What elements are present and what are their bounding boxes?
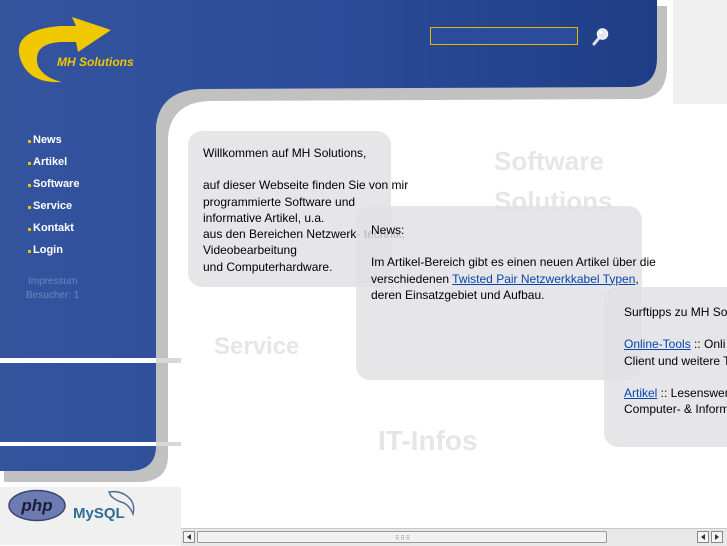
bullet-icon	[28, 205, 31, 209]
online-tools-link[interactable]: Online-Tools	[624, 337, 691, 351]
news-heading: News:	[371, 223, 405, 237]
watermark-software: Software	[494, 146, 604, 176]
bullet-icon	[28, 183, 31, 187]
bullet-icon	[28, 249, 31, 253]
welcome-line: auf dieser Webseite finden Sie von mir	[203, 178, 409, 193]
bullet-icon	[28, 139, 31, 143]
php-logo[interactable]: php	[7, 489, 67, 522]
news-card: News: Im Artikel-Bereich gibt es einen n…	[356, 206, 656, 380]
mysql-logo-text: MySQL	[73, 505, 125, 522]
scroll-left-button[interactable]	[183, 531, 195, 543]
nav-item-software[interactable]: Software	[28, 173, 79, 195]
main-nav: News Artikel Software Service Kontakt Lo…	[28, 129, 79, 261]
welcome-greeting: Willkommen auf MH Solutions,	[203, 146, 367, 160]
search-button[interactable]	[589, 26, 613, 48]
nav-item-login[interactable]: Login	[28, 239, 79, 261]
news-line: Im Artikel-Bereich gibt es einen neuen A…	[371, 255, 656, 270]
magnifier-icon	[592, 28, 609, 46]
tips-item: Artikel :: Lesenswer	[624, 385, 727, 400]
bullet-icon	[28, 227, 31, 231]
tips-item-line: Computer- & Inform	[624, 402, 727, 417]
horizontal-scrollbar[interactable]: ⠿⠿⠿	[181, 528, 727, 546]
arrow-left-icon	[701, 534, 705, 540]
nav-item-news[interactable]: News	[28, 129, 79, 151]
impressum-link[interactable]: Impressum	[28, 276, 77, 287]
news-line: verschiedenen Twisted Pair Netzwerkkabel…	[371, 271, 639, 286]
watermark-service: Service	[214, 333, 300, 360]
bullet-icon	[28, 161, 31, 165]
nav-item-kontakt[interactable]: Kontakt	[28, 217, 79, 239]
tips-card: Surftipps zu MH So Online-Tools :: Onli …	[604, 287, 727, 447]
scrollbar-thumb[interactable]: ⠿⠿⠿	[197, 531, 607, 543]
news-article-link[interactable]: Twisted Pair Netzwerkkabel Typen	[452, 272, 635, 286]
arrow-right-icon	[715, 534, 719, 540]
tips-heading: Surftipps zu MH So	[624, 305, 727, 319]
scroll-left-button-2[interactable]	[697, 531, 709, 543]
brand-name[interactable]: MH Solutions	[57, 55, 134, 69]
mysql-logo[interactable]: MySQL	[71, 488, 141, 524]
visitor-counter: Besucher: 1	[26, 290, 80, 301]
tips-item-line: Client und weitere T	[624, 353, 727, 368]
grip-icon: ⠿⠿⠿	[395, 535, 412, 542]
tips-item: Online-Tools :: Onli	[624, 337, 726, 352]
nav-item-service[interactable]: Service	[28, 195, 79, 217]
scroll-right-button[interactable]	[711, 531, 723, 543]
watermark-it-infos: IT-Infos	[378, 425, 478, 456]
artikel-link[interactable]: Artikel	[624, 386, 657, 400]
news-line: deren Einsatzgebiet und Aufbau.	[371, 287, 545, 302]
nav-item-artikel[interactable]: Artikel	[28, 151, 79, 173]
search-input[interactable]	[430, 27, 578, 45]
arrow-left-icon	[187, 534, 191, 540]
php-logo-text: php	[20, 496, 52, 515]
